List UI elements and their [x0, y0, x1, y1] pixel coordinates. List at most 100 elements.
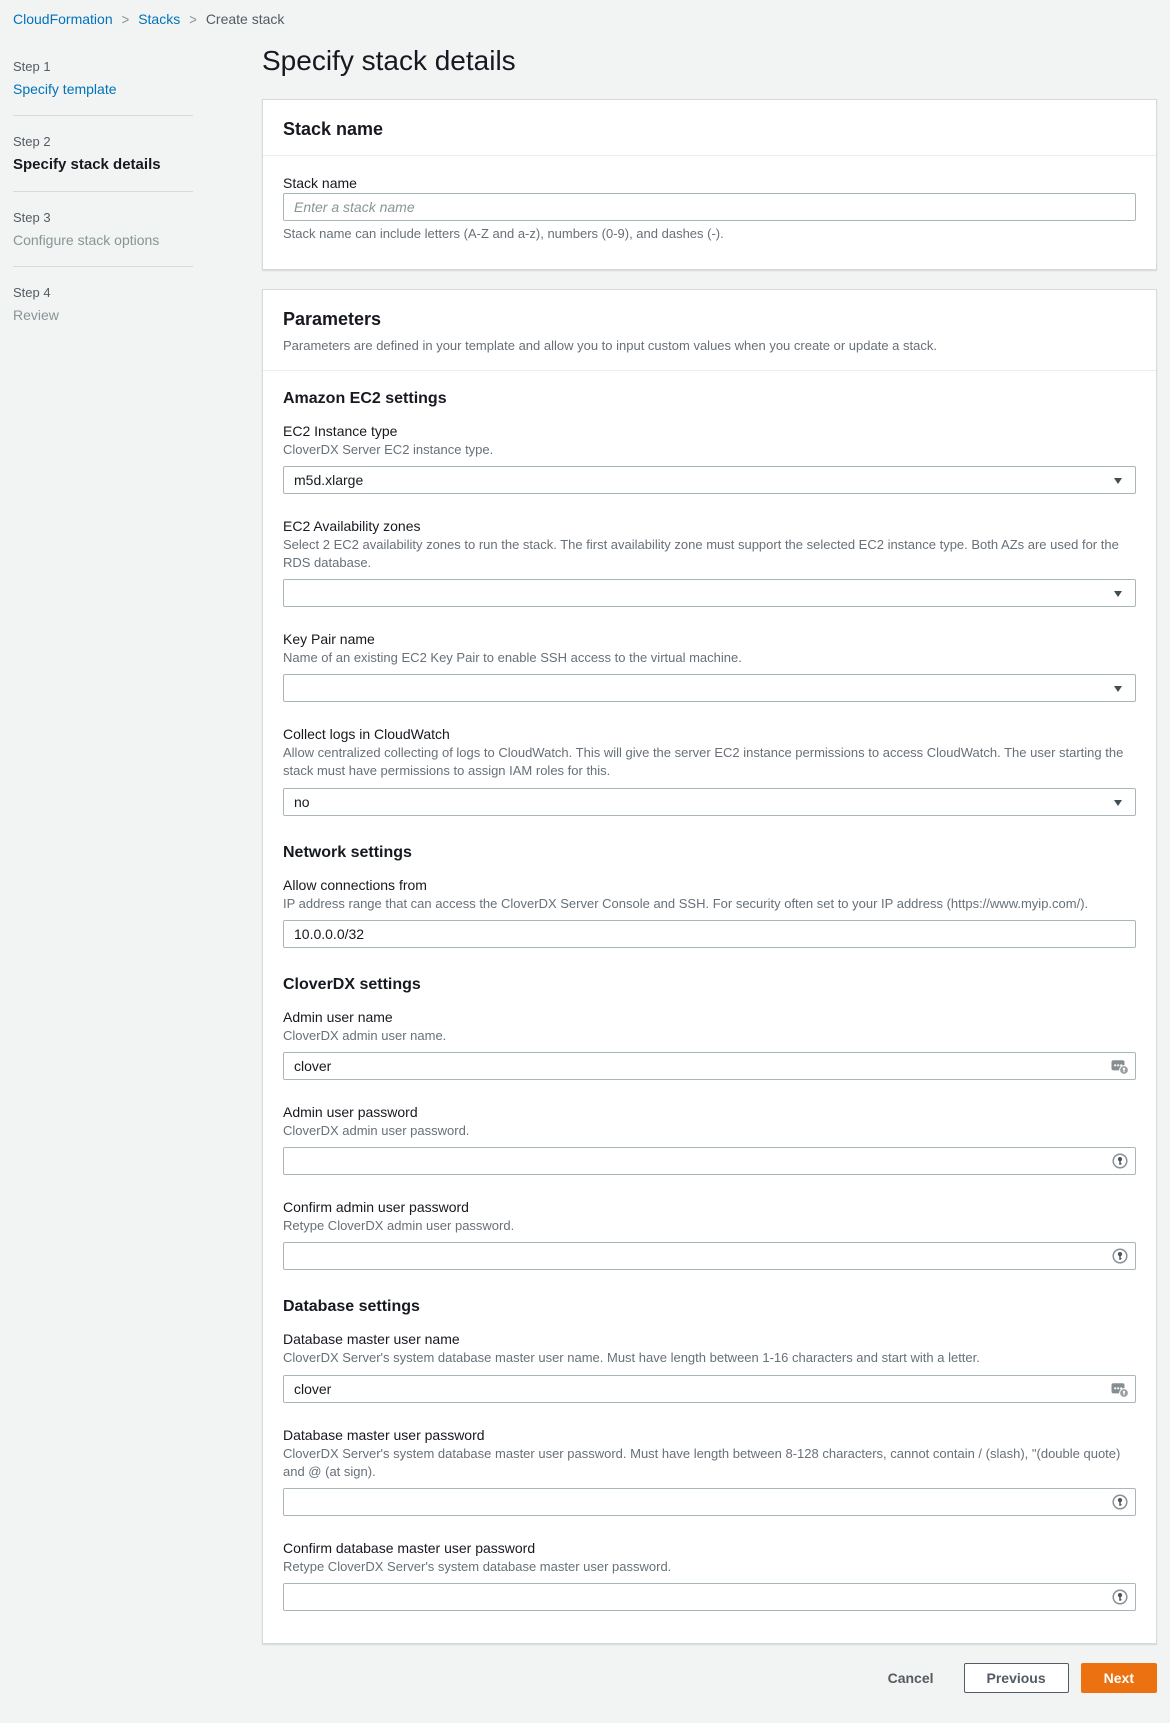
section-heading-cloverdx-settings: CloverDX settings: [283, 976, 1136, 994]
field-confirm-admin-user-password: Confirm admin user password Retype Clover…: [283, 1199, 1136, 1270]
field-admin-user-name: Admin user name CloverDX admin user name.: [283, 1009, 1136, 1080]
step-number: Step 1: [13, 59, 193, 74]
chevron-down-icon: [1114, 591, 1122, 597]
field-label: Confirm admin user password: [283, 1199, 1136, 1215]
field-description: Retype CloverDX Server's system database…: [283, 1558, 1136, 1576]
field-description: Retype CloverDX admin user password.: [283, 1217, 1136, 1235]
allow-connections-from-input[interactable]: [283, 920, 1136, 948]
field-description: CloverDX Server's system database master…: [283, 1349, 1136, 1367]
step-number: Step 4: [13, 285, 193, 300]
field-ec2-instance-type: EC2 Instance typeCloverDX Server EC2 ins…: [283, 423, 1136, 494]
field-label: EC2 Instance type: [283, 423, 1136, 439]
text-control: [283, 1242, 1136, 1270]
field-label: Confirm database master user password: [283, 1540, 1136, 1556]
field-ec2-availability-zones: EC2 Availability zones Select 2 EC2 avail…: [283, 518, 1136, 607]
field-label: Admin user name: [283, 1009, 1136, 1025]
key-pair-name-select[interactable]: [283, 674, 1136, 702]
step-number: Step 2: [13, 134, 193, 149]
breadcrumb: CloudFormation > Stacks > Create stack: [0, 0, 1170, 35]
field-description: Allow centralized collecting of logs to …: [283, 744, 1136, 780]
main-content: Specify stack details Stack name Stack n…: [262, 35, 1157, 1723]
stack-name-card-body: Stack name Stack name can include letter…: [263, 156, 1156, 269]
sidebar-step-2: Step 2Specify stack details: [13, 134, 193, 173]
sidebar-step-3: Step 3 Configure stack options: [13, 210, 193, 248]
parameters-card-title: Parameters: [283, 309, 1136, 330]
page-title: Specify stack details: [262, 45, 1157, 77]
field-description: CloverDX admin user name.: [283, 1027, 1136, 1045]
field-description: IP address range that can access the Clo…: [283, 895, 1136, 913]
text-control: [283, 1583, 1136, 1611]
stack-name-card: Stack name Stack name Stack name can inc…: [262, 99, 1157, 270]
field-label: EC2 Availability zones: [283, 518, 1136, 534]
step-name: Configure stack options: [13, 232, 193, 248]
stack-name-input[interactable]: [283, 193, 1136, 221]
chevron-down-icon: [1114, 800, 1122, 806]
step-name: Review: [13, 307, 193, 323]
autofill-icon[interactable]: [1111, 1380, 1129, 1398]
steps-nav: Step 1 Specify template Step 2Specify stac…: [13, 59, 193, 1723]
step-name: Specify template: [13, 81, 193, 97]
key-icon[interactable]: [1111, 1493, 1129, 1511]
sidebar-step-1: Step 1 Specify template: [13, 59, 193, 97]
sidebar-step-4: Step 4 Review: [13, 285, 193, 323]
text-control: [283, 920, 1136, 948]
select-value: m5d.xlarge: [294, 472, 363, 488]
key-icon[interactable]: [1111, 1152, 1129, 1170]
breadcrumb-separator-icon: >: [189, 10, 197, 27]
confirm-admin-user-password-input[interactable]: [283, 1242, 1136, 1270]
field-description: Name of an existing EC2 Key Pair to enab…: [283, 649, 1136, 667]
section-heading-amazon-ec2-settings: Amazon EC2 settings: [283, 390, 1136, 408]
stack-name-help-text: Stack name can include letters (A-Z and …: [283, 226, 1136, 241]
field-label: Database master user name: [283, 1331, 1136, 1347]
field-label: Collect logs in CloudWatch: [283, 726, 1136, 742]
section-heading-network-settings: Network settings: [283, 844, 1136, 862]
breadcrumb-link-cloudformation[interactable]: CloudFormation: [13, 11, 113, 27]
select-value: no: [294, 794, 310, 810]
stack-name-card-title: Stack name: [283, 119, 1136, 140]
step-link[interactable]: Specify template: [13, 81, 117, 97]
breadcrumb-link-stacks[interactable]: Stacks: [138, 11, 180, 27]
parameters-card-description: Parameters are defined in your template …: [283, 337, 1136, 355]
key-icon[interactable]: [1111, 1588, 1129, 1606]
field-confirm-database-master-user-password: Confirm database master user password Ret…: [283, 1540, 1136, 1611]
step-divider: [13, 191, 193, 192]
key-icon[interactable]: [1111, 1247, 1129, 1265]
admin-user-name-input[interactable]: [283, 1052, 1136, 1080]
database-master-user-password-input[interactable]: [283, 1488, 1136, 1516]
chevron-down-icon: [1114, 478, 1122, 484]
parameters-card-header: Parameters Parameters are defined in you…: [263, 290, 1156, 371]
next-button[interactable]: Next: [1081, 1663, 1157, 1693]
ec2-instance-type-select[interactable]: m5d.xlarge: [283, 466, 1136, 494]
section-heading-database-settings: Database settings: [283, 1298, 1136, 1316]
ec2-availability-zones-select[interactable]: [283, 579, 1136, 607]
text-control: [283, 1488, 1136, 1516]
step-divider: [13, 266, 193, 267]
stack-name-card-header: Stack name: [263, 100, 1156, 156]
chevron-down-icon: [1114, 686, 1122, 692]
text-control: [283, 1147, 1136, 1175]
field-label: Allow connections from: [283, 877, 1136, 893]
field-description: Select 2 EC2 availability zones to run t…: [283, 536, 1136, 572]
stack-name-label: Stack name: [283, 175, 1136, 191]
breadcrumb-current: Create stack: [206, 11, 285, 27]
autofill-icon[interactable]: [1111, 1057, 1129, 1075]
cancel-button[interactable]: Cancel: [874, 1664, 948, 1692]
field-description: CloverDX Server's system database master…: [283, 1445, 1136, 1481]
field-description: CloverDX admin user password.: [283, 1122, 1136, 1140]
confirm-database-master-user-password-input[interactable]: [283, 1583, 1136, 1611]
text-control: [283, 1052, 1136, 1080]
field-admin-user-password: Admin user password CloverDX admin user p…: [283, 1104, 1136, 1175]
admin-user-password-input[interactable]: [283, 1147, 1136, 1175]
collect-logs-in-cloudwatch-select[interactable]: no: [283, 788, 1136, 816]
field-database-master-user-name: Database master user name CloverDX Server…: [283, 1331, 1136, 1402]
previous-button[interactable]: Previous: [964, 1663, 1069, 1693]
page-layout: Step 1Specify templateStep 2Specify stac…: [0, 35, 1170, 1723]
field-label: Admin user password: [283, 1104, 1136, 1120]
step-number: Step 3: [13, 210, 193, 225]
parameters-sections: Amazon EC2 settingsEC2 Instance typeClov…: [263, 371, 1156, 1644]
field-database-master-user-password: Database master user passwordCloverDX Se…: [283, 1427, 1136, 1516]
parameters-card: Parameters Parameters are defined in you…: [262, 289, 1157, 1644]
database-master-user-name-input[interactable]: [283, 1375, 1136, 1403]
text-control: [283, 1375, 1136, 1403]
field-allow-connections-from: Allow connections from IP address range t…: [283, 877, 1136, 948]
